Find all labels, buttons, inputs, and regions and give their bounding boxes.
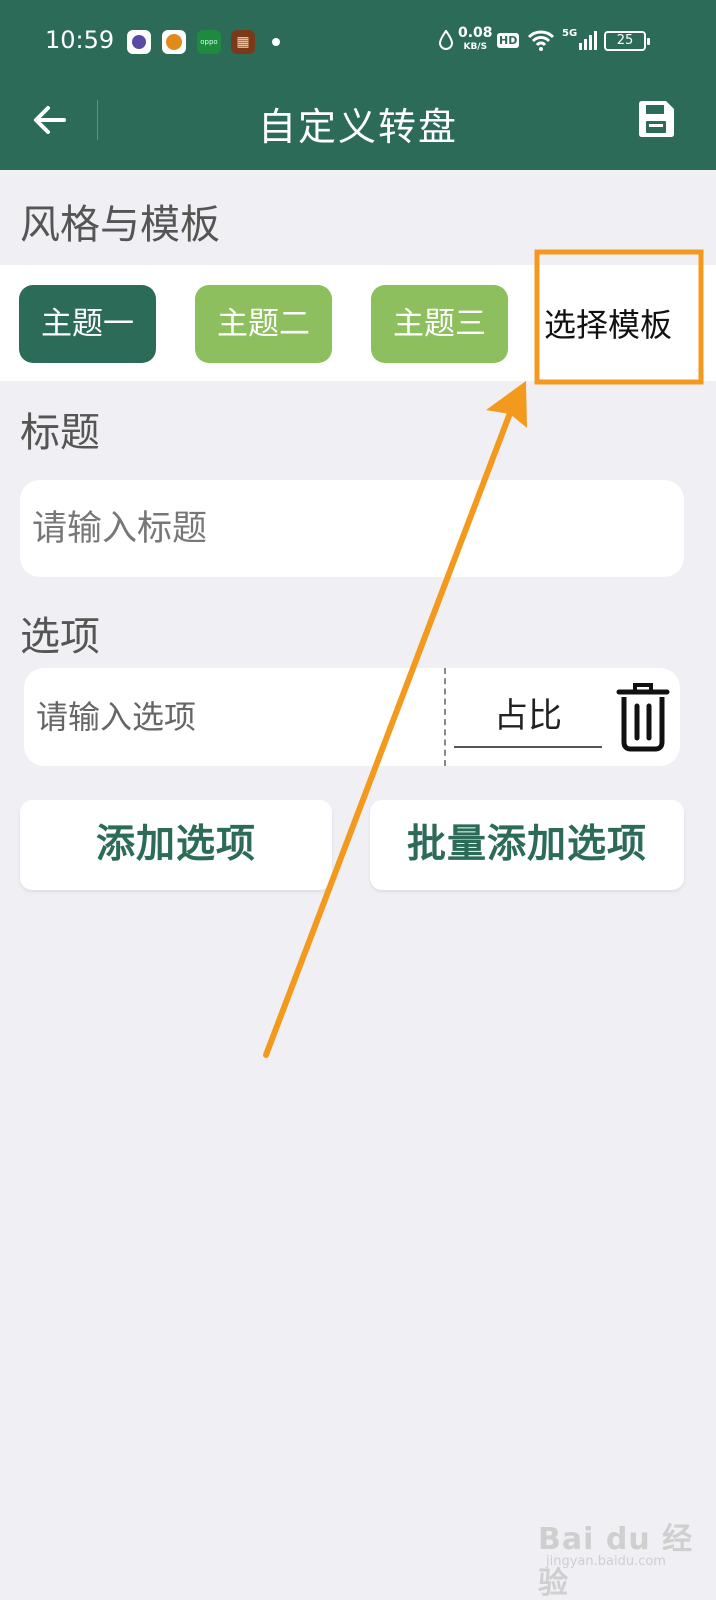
network-type: 5G (562, 28, 578, 39)
battery-icon: 25 (604, 31, 650, 51)
save-icon[interactable] (636, 100, 676, 138)
title-section-heading: 标题 (20, 410, 100, 456)
trash-icon[interactable] (616, 682, 670, 752)
theme-one-button[interactable]: 主题一 (19, 285, 156, 363)
browser-icon (127, 30, 151, 54)
network-speed-unit: KB/S (463, 42, 488, 52)
options-section-heading: 选项 (20, 614, 100, 660)
signal-icon (579, 31, 597, 50)
app-header: 10:59 oppo ▦ 0.08 KB/S HD 5G 25 自定义转盘 (0, 0, 716, 170)
hd-badge: HD (497, 33, 520, 48)
option-row (24, 668, 680, 766)
bulk-add-option-button[interactable]: 批量添加选项 (370, 800, 684, 890)
baidu-watermark: Bai du 经验 jingyan.baidu.com (538, 1514, 716, 1600)
ratio-input[interactable] (454, 686, 602, 746)
option-input-wrap (36, 668, 441, 766)
data-saver-icon (438, 30, 454, 50)
status-time: 10:59 (45, 26, 115, 54)
wifi-icon (527, 30, 555, 51)
option-divider (444, 668, 446, 766)
option-input[interactable] (36, 668, 441, 766)
theme-two-button[interactable]: 主题二 (195, 285, 332, 363)
notification-dot (272, 38, 280, 46)
select-template-button[interactable]: 选择模板 (544, 300, 672, 346)
network-speed-value: 0.08 (458, 25, 493, 41)
theme-three-button[interactable]: 主题三 (371, 285, 508, 363)
oppo-icon: oppo (197, 30, 221, 54)
ratio-field (454, 686, 602, 748)
add-option-button[interactable]: 添加选项 (20, 800, 332, 890)
status-bar: 10:59 oppo ▦ 0.08 KB/S HD 5G 25 (0, 0, 716, 85)
game-icon: ▦ (231, 30, 255, 54)
basketball-icon (162, 30, 186, 54)
title-input-card (20, 480, 684, 577)
page-title: 自定义转盘 (257, 105, 458, 149)
network-speed: 0.08 KB/S (458, 26, 493, 54)
watermark-url: jingyan.baidu.com (546, 1554, 666, 1569)
style-section-heading: 风格与模板 (20, 202, 220, 248)
title-input[interactable] (32, 480, 672, 577)
